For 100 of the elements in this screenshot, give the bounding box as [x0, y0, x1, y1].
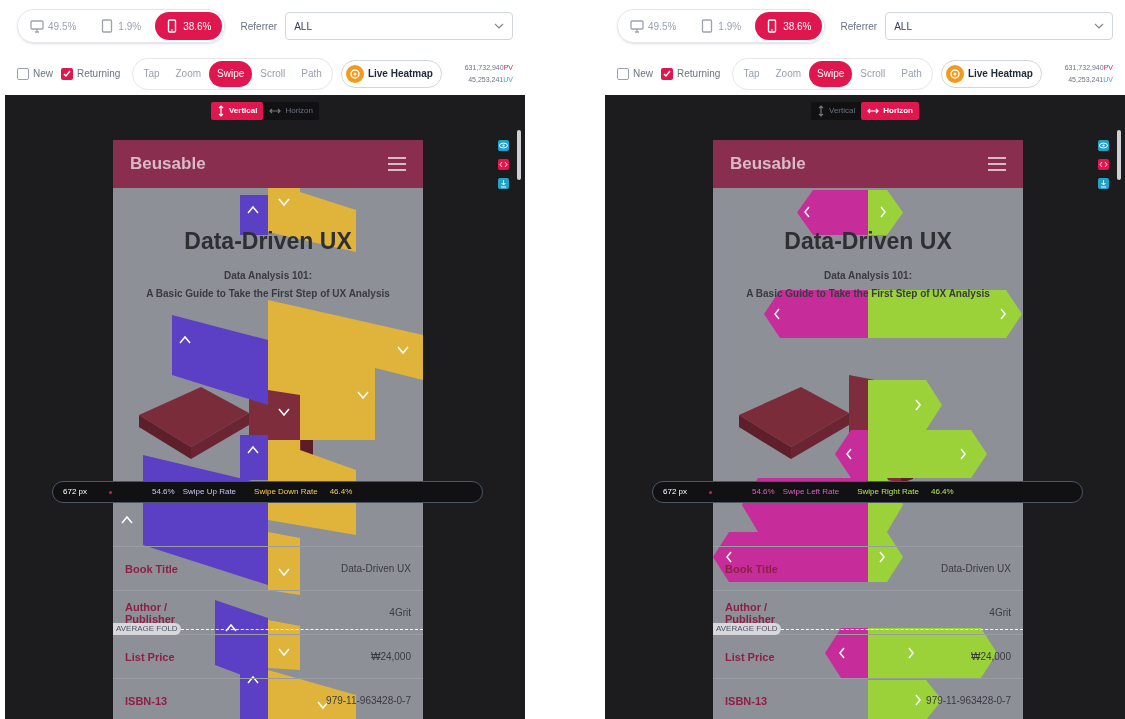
- visitor-checkbox[interactable]: New: [617, 66, 653, 81]
- monitor-icon: [630, 19, 644, 33]
- second-rate-label: Swipe Down Rate: [254, 486, 318, 498]
- spec-value: Data-Driven UX: [940, 562, 1011, 576]
- spec-label: List Price: [125, 650, 176, 663]
- chevron-icon: [397, 346, 409, 355]
- chevron-icon: [247, 205, 259, 214]
- device-tab[interactable]: 1.9%: [90, 12, 152, 40]
- checkmark-icon: [663, 69, 671, 78]
- checkmark-icon: [63, 69, 71, 78]
- chevron-icon: [278, 568, 290, 577]
- second-rate-value: 46.4%: [931, 486, 954, 498]
- eye-icon: [1098, 140, 1109, 151]
- mode-tab[interactable]: Path: [293, 60, 330, 87]
- code-icon: [1098, 159, 1109, 170]
- horizontal-arrows-icon: [269, 107, 282, 115]
- spec-label: Book Title: [725, 562, 779, 575]
- page-subtitle: Data Analysis 101:: [823, 269, 913, 283]
- mode-tab[interactable]: Swipe: [209, 60, 253, 87]
- orientation-tab[interactable]: Vertical: [811, 102, 862, 120]
- device-tab[interactable]: 1.9%: [690, 12, 752, 40]
- fold-position: 672 px: [663, 486, 689, 498]
- chevron-icon: [960, 448, 966, 460]
- vertical-arrows-icon: [817, 105, 825, 117]
- chevron-icon: [179, 335, 191, 344]
- download-icon: [1098, 178, 1109, 189]
- referrer-label: Referrer: [240, 19, 278, 34]
- spec-label: List Price: [725, 650, 776, 663]
- first-rate-label: Swipe Up Rate: [182, 486, 237, 498]
- chevron-icon: [915, 399, 921, 411]
- referrer-select[interactable]: ALL: [285, 12, 513, 40]
- mode-tab[interactable]: Path: [893, 60, 930, 87]
- chevron-icon: [121, 515, 133, 524]
- chevron-icon: [804, 206, 810, 218]
- spec-value: ₩24,000: [370, 650, 411, 664]
- spec-value: 4Grit: [989, 606, 1011, 620]
- second-rate-label: Swipe Right Rate: [857, 486, 919, 498]
- fold-position: 672 px: [63, 486, 89, 498]
- swipe-right-arrow: [868, 532, 903, 582]
- chevron-icon: [247, 445, 259, 454]
- chevron-icon: [846, 448, 852, 460]
- mode-tab[interactable]: Tap: [735, 60, 768, 87]
- orientation-tab[interactable]: Horizon: [263, 102, 319, 120]
- orientation-tab[interactable]: Vertical: [210, 102, 264, 120]
- monitor-icon: [30, 19, 44, 33]
- chevron-icon: [247, 675, 259, 684]
- eye-icon: [498, 140, 509, 151]
- device-tab[interactable]: 38.6%: [155, 12, 222, 40]
- visitor-checkbox[interactable]: New: [17, 66, 53, 81]
- chevron-icon: [726, 551, 732, 563]
- chevron-icon: [915, 694, 921, 706]
- scrollbar-thumb[interactable]: [1117, 130, 1121, 180]
- first-rate-label: Swipe Left Rate: [782, 486, 840, 498]
- chevron-icon: [839, 647, 845, 659]
- menu-icon: [388, 157, 406, 171]
- fold-label: AVERAGE FOLD: [713, 623, 781, 635]
- chevron-icon: [278, 198, 290, 207]
- device-tab[interactable]: 49.5%: [620, 12, 687, 40]
- first-rate-value: 54.6%: [752, 486, 775, 498]
- visitor-checkbox[interactable]: Returning: [61, 66, 121, 81]
- chevron-icon: [278, 648, 290, 657]
- chevron-icon: [774, 308, 780, 320]
- menu-icon: [988, 157, 1006, 171]
- referrer-label: Referrer: [840, 19, 878, 34]
- page-title: Data-Driven UX: [784, 227, 952, 256]
- mode-tab[interactable]: Scroll: [252, 60, 294, 87]
- swipe-left-arrow: [825, 628, 868, 678]
- tablet-icon: [700, 19, 715, 33]
- spec-label: ISBN-13: [725, 694, 769, 707]
- spec-value: Data-Driven UX: [340, 562, 411, 576]
- chevron-icon: [1000, 308, 1006, 320]
- mode-tab[interactable]: Tap: [135, 60, 168, 87]
- spec-label: Author / Publisher: [725, 600, 777, 625]
- referrer-select[interactable]: ALL: [885, 12, 1113, 40]
- second-rate-value: 46.4%: [329, 486, 353, 498]
- chevron-down-icon: [494, 23, 504, 29]
- spec-value: 4Grit: [389, 606, 411, 620]
- chevron-down-icon: [1094, 23, 1104, 29]
- fold-label: AVERAGE FOLD: [113, 623, 181, 635]
- chevron-icon: [278, 408, 290, 417]
- chevron-icon: [879, 551, 885, 563]
- mode-tab[interactable]: Swipe: [809, 60, 853, 87]
- chevron-icon: [908, 647, 914, 659]
- mode-tab[interactable]: Scroll: [852, 60, 894, 87]
- device-tab[interactable]: 38.6%: [755, 12, 822, 40]
- spec-label: ISBN-13: [125, 694, 169, 707]
- first-rate-value: 54.6%: [152, 486, 175, 498]
- device-tab[interactable]: 49.5%: [20, 12, 87, 40]
- scrollbar-thumb[interactable]: [517, 130, 521, 180]
- page-logo: Beusable: [730, 153, 806, 176]
- tablet-icon: [100, 19, 115, 33]
- orientation-tab[interactable]: Horizon: [861, 102, 919, 120]
- page-logo: Beusable: [130, 153, 206, 176]
- visitor-checkbox[interactable]: Returning: [661, 66, 721, 81]
- chevron-icon: [880, 206, 886, 218]
- mode-tab[interactable]: Zoom: [167, 60, 210, 87]
- page-subtitle: Data Analysis 101:: [223, 269, 313, 283]
- spec-label: Author / Publisher: [125, 600, 177, 625]
- mode-tab[interactable]: Zoom: [767, 60, 810, 87]
- vertical-arrows-icon: [216, 105, 225, 117]
